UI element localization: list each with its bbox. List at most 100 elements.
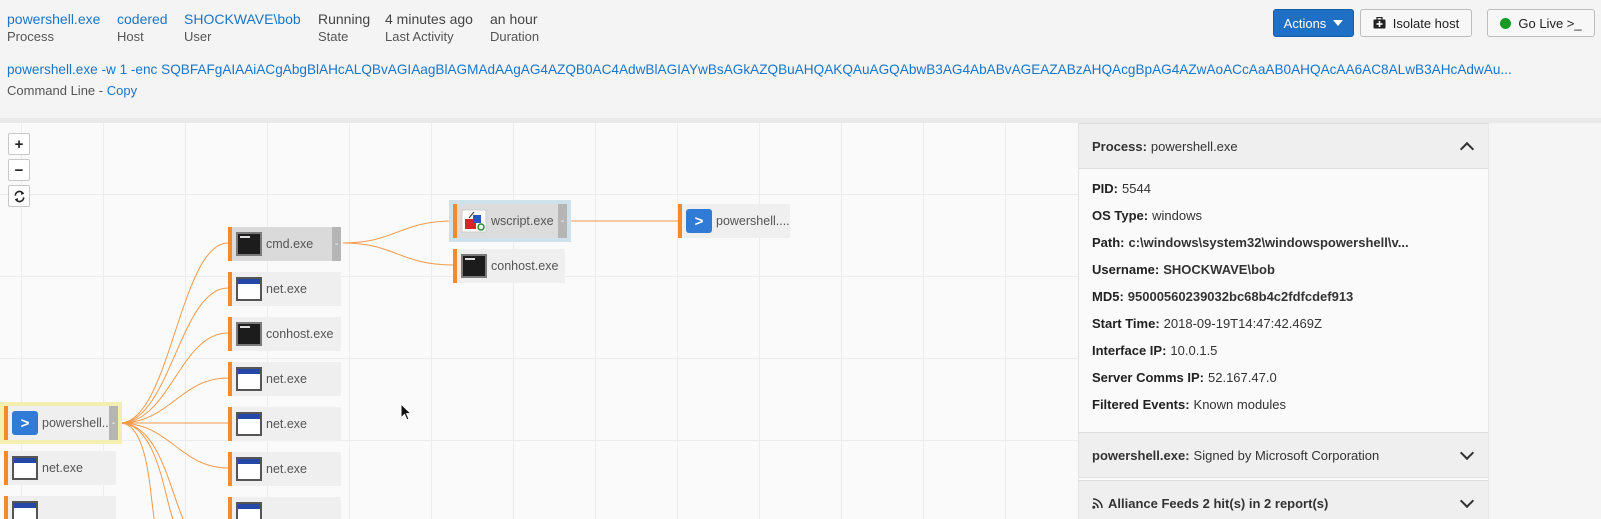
process-tree-graph[interactable]: + − > powershell.... - net.exe cmd.exe -… [0,123,1078,519]
duration-value: an hour [490,11,538,27]
edge-root-more3 [119,422,155,519]
window-icon [236,412,262,436]
signature-section-header[interactable]: powershell.exe: Signed by Microsoft Corp… [1079,432,1490,478]
rss-icon [1092,497,1103,509]
alliance-feeds-section-header[interactable]: Alliance Feeds 2 hit(s) in 2 report(s) [1079,480,1490,519]
actions-button[interactable]: Actions [1273,9,1354,37]
zoom-in-button[interactable]: + [8,133,30,155]
chevron-up-icon [1459,141,1475,157]
node-label: conhost.exe [266,327,334,341]
process-name-link[interactable]: powershell.exe [7,10,100,28]
detail-path: Path: c:\windows\system32\windowspowershe… [1092,235,1409,250]
collapse-handle[interactable]: - [109,406,118,440]
node-label: net.exe [266,462,308,476]
edge-root-cmd [119,242,229,424]
window-icon [12,501,38,519]
node-label: net.exe [266,282,308,296]
console-icon [236,232,262,256]
process-details-header[interactable]: Process: powershell.exe [1079,123,1490,169]
node-label: powershell.... [42,416,116,430]
summary-user: SHOCKWAVE\bob User [184,10,301,46]
node-label: net.exe [266,417,308,431]
console-icon [461,254,487,278]
node-label: cmd.exe [266,237,314,251]
powershell-icon: > [686,209,712,233]
process-node-partial[interactable] [228,497,341,519]
node-label: wscript.exe [491,214,554,228]
detail-os-type: OS Type: windows [1092,208,1202,223]
detail-pid: PID: 5544 [1092,181,1151,196]
process-node-conhost[interactable]: conhost.exe [228,317,341,351]
live-status-icon [1500,17,1512,29]
process-summary-bar: powershell.exe Process codered Host SHOC… [0,0,1601,118]
duration-label: Duration [490,29,540,44]
window-icon [236,367,262,391]
wscript-icon [461,209,487,233]
zoom-out-button[interactable]: − [8,159,30,181]
process-node-net[interactable]: net.exe [228,452,341,486]
summary-process: powershell.exe Process [7,10,100,46]
edge-root-conhost1 [119,332,229,424]
process-node-net[interactable]: net.exe [4,451,116,485]
window-icon [236,502,262,519]
process-node-partial[interactable] [4,496,116,519]
detail-interface-ip: Interface IP: 10.0.1.5 [1092,343,1218,358]
process-node-conhost[interactable]: conhost.exe [453,249,565,283]
edge-root-net4 [119,422,229,469]
process-node-net[interactable]: net.exe [228,362,341,396]
detail-filtered-events: Filtered Events: Known modules [1092,397,1287,412]
node-label: net.exe [42,461,84,475]
summary-duration: an hour Duration [490,10,539,46]
process-node-root[interactable]: > powershell.... - [0,402,122,444]
process-node-net[interactable]: net.exe [228,272,341,306]
detail-server-comms-ip: Server Comms IP: 52.167.47.0 [1092,370,1277,385]
alliance-feeds-label: Alliance Feeds 2 hit(s) in 2 report(s) [1108,495,1329,511]
process-details-panel: Process: powershell.exe PID: 5544 OS Type… [1078,123,1490,519]
command-line-label: Command Line - [7,83,107,98]
chevron-down-icon [1459,445,1475,461]
edge-root-net1 [119,287,229,424]
window-icon [12,456,38,480]
go-live-button[interactable]: Go Live >_ [1487,9,1595,37]
process-node-net[interactable]: net.exe [228,407,341,441]
node-label: net.exe [266,372,308,386]
host-name-link[interactable]: codered [117,10,168,28]
process-node-wscript[interactable]: wscript.exe - [449,200,571,242]
process-node-cmd[interactable]: cmd.exe - [228,227,341,261]
state-label: State [318,29,349,44]
process-node-powershell[interactable]: > powershell.... [678,204,790,238]
medkit-icon [1373,17,1386,29]
window-icon [236,457,262,481]
caret-down-icon [1333,20,1344,26]
node-label: conhost.exe [491,259,559,273]
header-label: Process: [1092,138,1147,154]
isolate-host-button[interactable]: Isolate host [1360,9,1472,37]
go-live-label: Go Live >_ [1518,15,1582,31]
summary-host: codered Host [117,10,168,46]
user-name-link[interactable]: SHOCKWAVE\bob [184,10,301,28]
last-activity-value: 4 minutes ago [385,11,473,27]
chevron-down-icon [1459,493,1475,509]
command-line-value[interactable]: powershell.exe -w 1 -enc SQBFAFgAIAAiACg… [7,62,1592,77]
header-value: powershell.exe [1150,138,1238,154]
actions-label: Actions [1283,15,1327,31]
process-label: Process [7,29,54,44]
signed-value: Signed by Microsoft Corporation [1193,447,1380,463]
collapse-handle[interactable]: - [332,227,341,261]
mouse-cursor-icon [400,403,412,421]
signed-label: powershell.exe: [1092,447,1190,463]
edge-cmd-wscript [342,220,454,244]
copy-command-link[interactable]: Copy [107,83,137,98]
summary-state: Running State [318,10,370,46]
refresh-icon [13,190,25,202]
window-icon [236,277,262,301]
isolate-host-label: Isolate host [1392,15,1460,31]
host-label: Host [117,29,144,44]
powershell-icon: > [12,411,38,435]
detail-username: Username: SHOCKWAVE\bob [1092,262,1275,277]
reset-view-button[interactable] [8,185,30,207]
graph-edges [119,220,678,519]
collapse-handle[interactable]: - [558,204,567,238]
command-line-caption: Command Line - Copy [7,83,137,98]
last-activity-label: Last Activity [385,29,454,44]
